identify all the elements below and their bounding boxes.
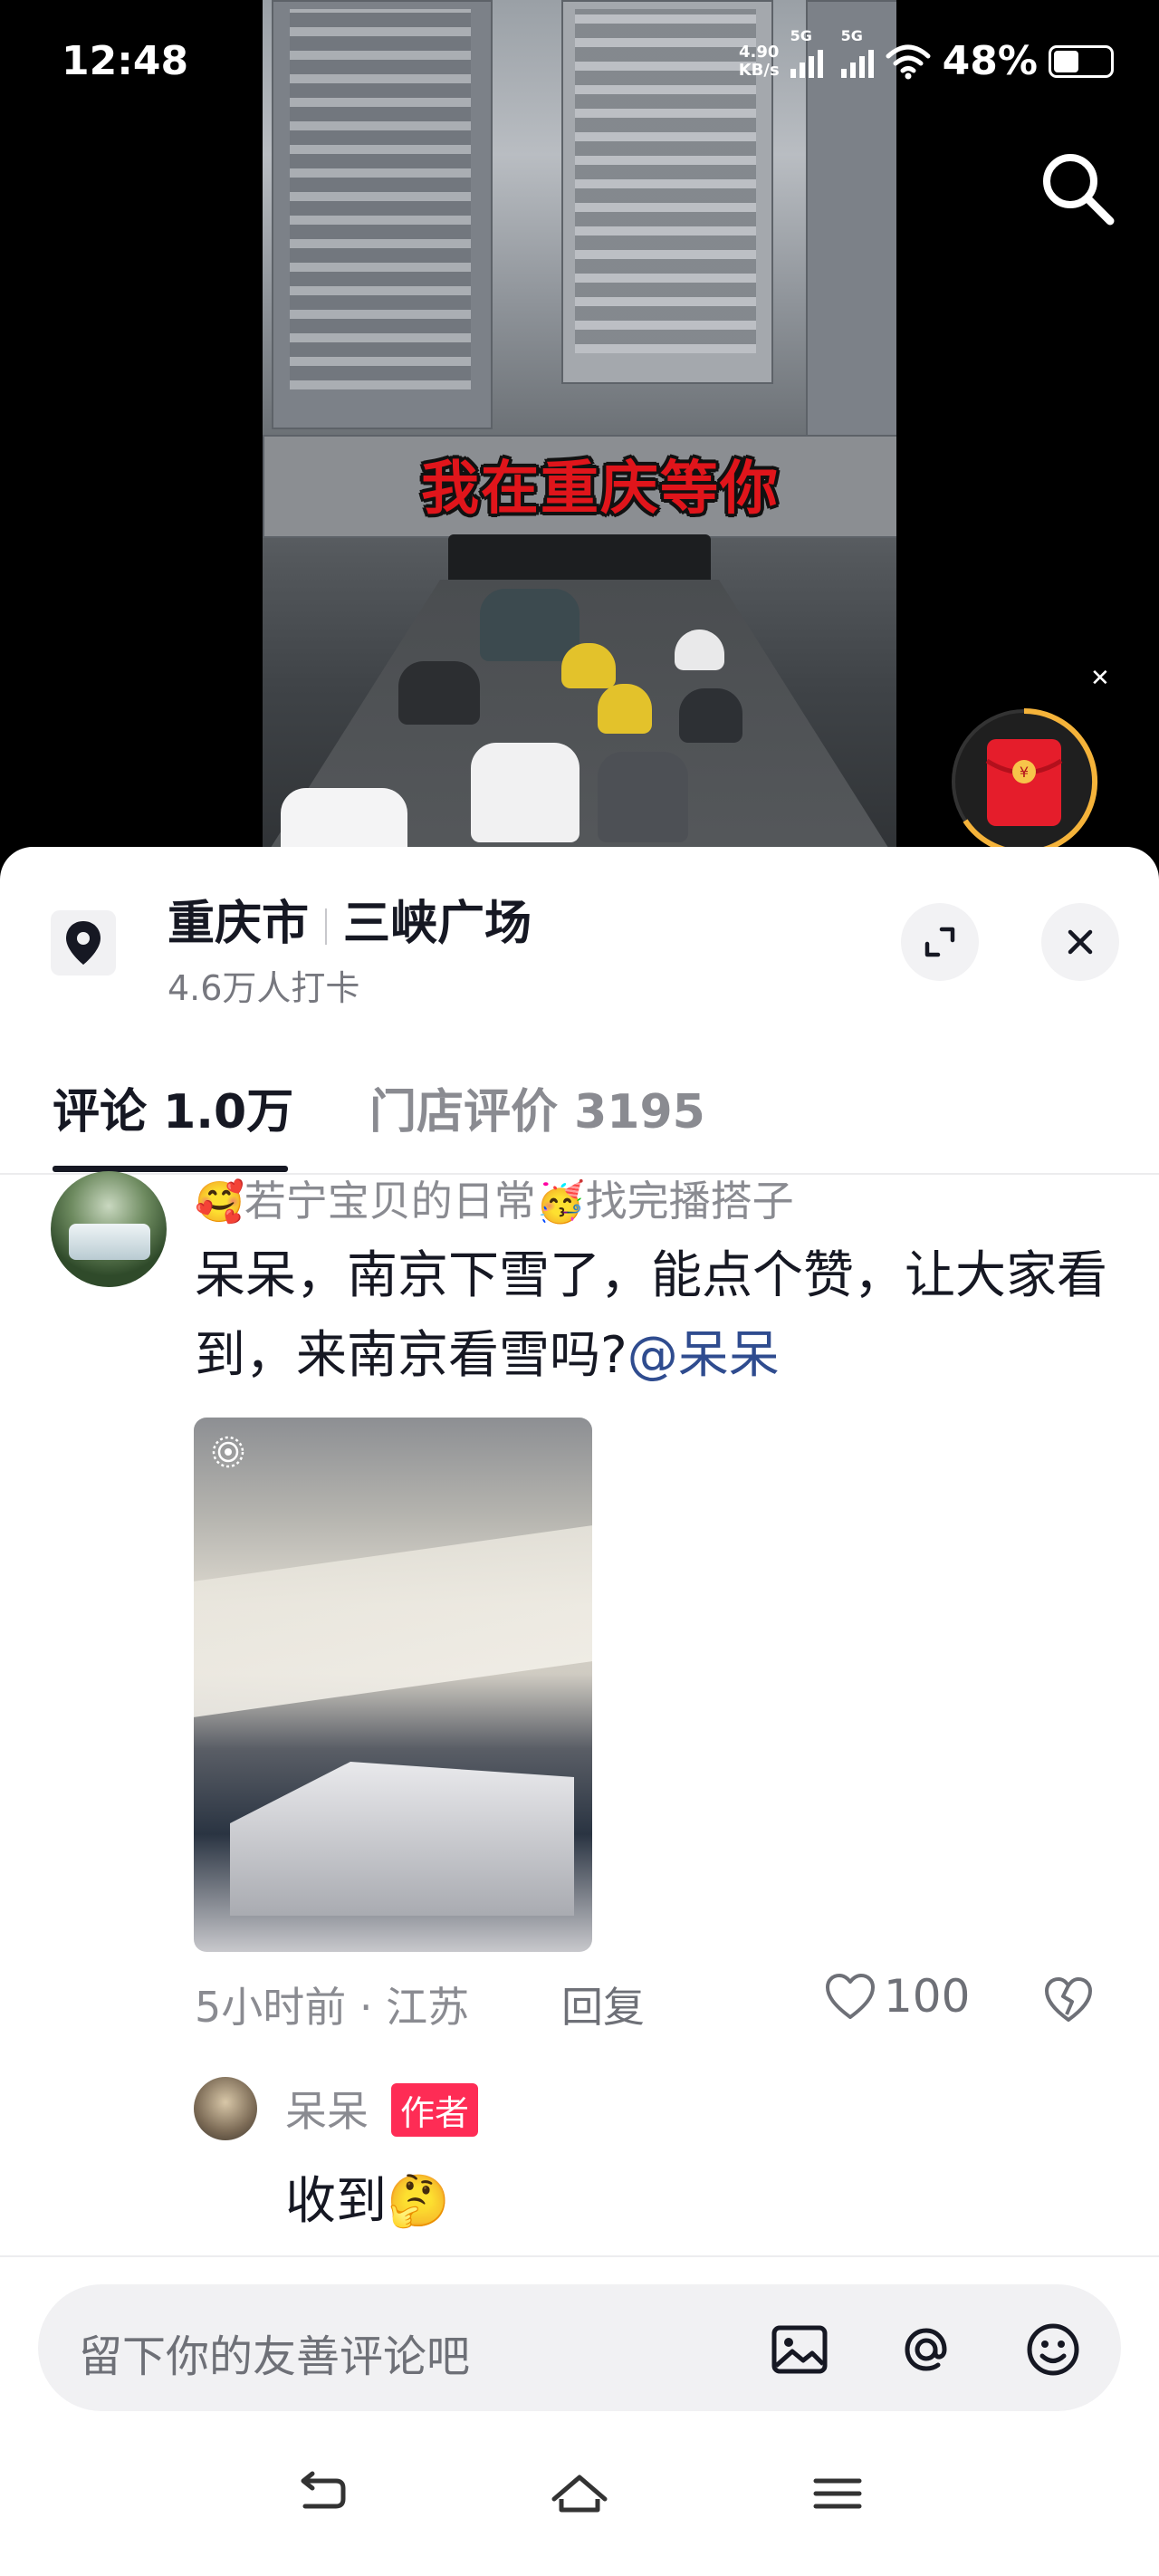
status-bar: 12:48 4.90 KB/s 5G 5G 48%	[0, 0, 1159, 118]
red-packet-close-icon[interactable]: ✕	[1090, 665, 1110, 692]
battery-icon	[1049, 44, 1114, 78]
video-frame[interactable]: 我在重庆等你	[263, 0, 896, 860]
dislike-icon[interactable]	[1043, 1975, 1094, 2025]
menu-icon[interactable]	[801, 2459, 874, 2532]
battery-fill	[1054, 50, 1078, 72]
image-icon[interactable]	[767, 2317, 832, 2382]
reply-button[interactable]: 回复	[561, 1975, 645, 2034]
expand-button[interactable]	[901, 903, 979, 981]
wifi-icon	[886, 44, 931, 79]
live-icon	[212, 1436, 244, 1468]
heart-icon	[826, 1974, 875, 2019]
car	[561, 643, 616, 688]
car	[679, 688, 742, 743]
back-icon[interactable]	[285, 2459, 358, 2532]
like-button[interactable]: 100	[824, 1970, 970, 2023]
video-area[interactable]: 我在重庆等你 12:48 4.90 KB/s 5G 5G 48% ✕ ¥	[0, 0, 1159, 860]
reply-text[interactable]: 收到🤔	[285, 2160, 450, 2234]
signal-icon: 5G	[840, 27, 874, 78]
net-speed-value: 4.90	[738, 42, 780, 62]
reply-avatar[interactable]	[194, 2077, 257, 2140]
video-caption: 我在重庆等你	[421, 456, 780, 523]
status-time: 12:48	[62, 38, 189, 84]
comment-input[interactable]: 留下你的友善评论吧	[38, 2284, 1121, 2411]
battery-text: 48%	[942, 38, 1038, 84]
input-placeholder: 留下你的友善评论吧	[79, 2331, 471, 2382]
comment-username[interactable]: 🥰若宁宝贝的日常🥳找完播搭子	[195, 1168, 794, 1228]
location-place: 三峡广场	[343, 897, 532, 951]
comment-meta: 5小时前 · 江苏	[195, 1983, 470, 2032]
search-icon[interactable]	[1034, 145, 1121, 232]
comment-image[interactable]	[194, 1418, 592, 1952]
at-icon[interactable]	[894, 2317, 959, 2382]
signal1-label: 5G	[790, 26, 812, 44]
car	[598, 684, 652, 734]
car	[471, 743, 580, 842]
username-emoji: 🥰	[195, 1179, 244, 1226]
red-packet-icon[interactable]: ¥	[947, 705, 1101, 859]
car	[398, 661, 480, 725]
location-icon-box	[51, 910, 116, 976]
tab-comments[interactable]: 评论 1.0万	[53, 1073, 293, 1141]
location-city: 重庆市	[168, 897, 310, 951]
username-part1: 若宁宝贝的日常	[244, 1177, 536, 1226]
snow-building	[230, 1762, 574, 1916]
location-pin-icon	[66, 921, 101, 965]
home-icon[interactable]	[543, 2459, 616, 2532]
svg-text:¥: ¥	[1020, 764, 1029, 781]
mention-link[interactable]: @呆呆	[627, 1326, 780, 1385]
signal-icon: 5G	[790, 27, 823, 78]
snow-field	[194, 1525, 592, 1717]
comment-input-area: 留下你的友善评论吧	[0, 2255, 1159, 2411]
like-count: 100	[884, 1970, 971, 2023]
car	[598, 752, 688, 842]
author-badge: 作者	[391, 2083, 479, 2137]
close-button[interactable]	[1041, 903, 1119, 981]
status-icons: 4.90 KB/s 5G 5G 48%	[739, 27, 1114, 84]
close-icon	[1068, 929, 1093, 955]
reply-username[interactable]: 呆呆	[285, 2079, 369, 2139]
expand-icon	[924, 927, 955, 957]
signal2-label: 5G	[840, 26, 863, 44]
comment-sheet: 重庆市 三峡广场 4.6万人打卡 评论 1.0万 门店评价 3195 🥰若宁宝贝的…	[0, 847, 1159, 2576]
username-emoji: 🥳	[535, 1179, 586, 1226]
location-checkins: 4.6万人打卡	[168, 968, 360, 1008]
comment-text[interactable]: 呆呆，南京下雪了，能点个赞，让大家看到，来南京看雪吗?@呆呆	[195, 1236, 1109, 1396]
car	[480, 589, 580, 661]
username-part2: 找完播搭子	[585, 1177, 794, 1226]
tab-bar: 评论 1.0万 门店评价 3195	[0, 1073, 1159, 1175]
system-nav-bar	[0, 2459, 1159, 2576]
location-title[interactable]: 重庆市 三峡广场	[168, 885, 532, 953]
net-speed: 4.90 KB/s	[739, 43, 780, 80]
emoji-icon[interactable]	[1020, 2317, 1086, 2382]
location-separator	[325, 908, 328, 945]
tab-store-reviews[interactable]: 门店评价 3195	[369, 1073, 705, 1141]
avatar[interactable]	[51, 1171, 167, 1287]
net-speed-unit: KB/s	[738, 60, 780, 80]
